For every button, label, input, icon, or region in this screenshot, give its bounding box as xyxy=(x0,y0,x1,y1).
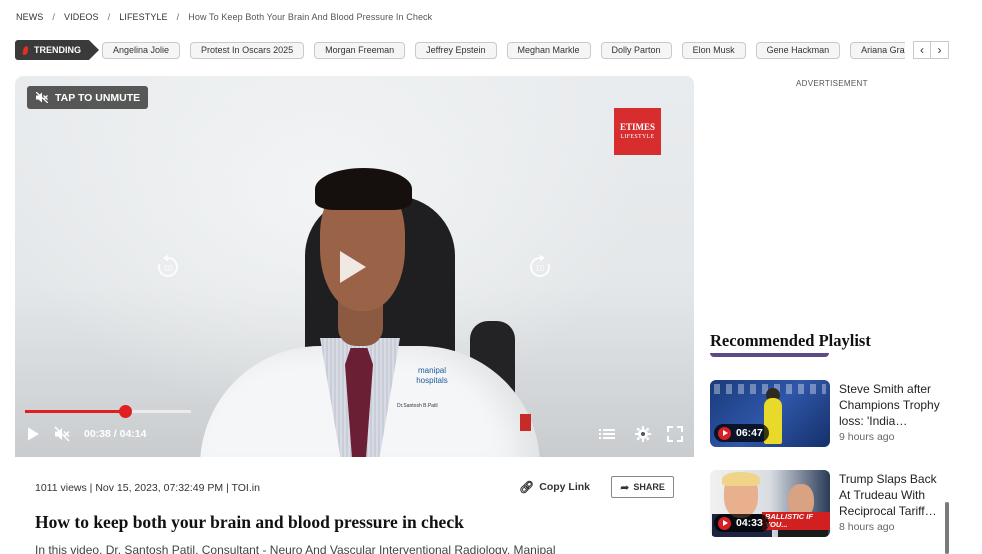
duration-text: 06:47 xyxy=(736,427,763,439)
fire-icon xyxy=(22,45,29,55)
forward-label: 10 xyxy=(536,264,545,273)
progress-fill xyxy=(25,410,125,413)
trending-chips: Angelina Jolie Protest In Oscars 2025 Mo… xyxy=(102,41,905,59)
thumbnail-caption: BALLISTIC IF YOU... xyxy=(762,512,830,530)
trending-badge: TRENDING xyxy=(15,40,99,60)
doctor-name-tag: Dr.Santosh B.Patil xyxy=(397,403,438,409)
share-arrow-icon: ➦ xyxy=(620,481,630,494)
trending-chip[interactable]: Angelina Jolie xyxy=(102,41,181,59)
trending-chip[interactable]: Dolly Parton xyxy=(600,41,672,59)
copy-link-button[interactable]: 🔗︎ Copy Link xyxy=(519,480,590,494)
breadcrumb-current: How To Keep Both Your Brain And Blood Pr… xyxy=(188,12,433,22)
share-button[interactable]: ➦ SHARE xyxy=(611,476,674,498)
control-bar: 00:38 / 04:14 xyxy=(15,421,694,449)
progress-bar[interactable] xyxy=(25,405,191,418)
chevron-right-icon[interactable]: › xyxy=(931,41,949,59)
playlist-item-title[interactable]: Trump Slaps Back At Trudeau With Recipro… xyxy=(839,471,947,519)
advertisement-label: ADVERTISEMENT xyxy=(796,79,868,88)
breadcrumb: NEWS / VIDEOS / LIFESTYLE / How To Keep … xyxy=(16,12,432,22)
play-icon[interactable] xyxy=(338,249,368,285)
logo-line-2: LIFESTYLE xyxy=(620,133,655,140)
rewind-10-icon[interactable]: 10 xyxy=(155,254,181,280)
link-icon: 🔗︎ xyxy=(519,480,535,494)
breadcrumb-news[interactable]: NEWS xyxy=(16,12,43,22)
muted-speaker-icon xyxy=(36,92,48,103)
center-controls: 10 10 xyxy=(15,246,694,290)
trending-chip[interactable]: Gene Hackman xyxy=(755,41,841,59)
playlist-title-underline xyxy=(710,353,829,357)
page: NEWS / VIDEOS / LIFESTYLE / How To Keep … xyxy=(0,0,982,554)
playlist-item[interactable]: 06:47 Steve Smith after Champions Trophy… xyxy=(710,380,950,448)
playlist-thumbnail[interactable]: 06:47 xyxy=(710,380,830,447)
trending-chip[interactable]: Morgan Freeman xyxy=(314,41,406,59)
playlist-item-age: 9 hours ago xyxy=(839,431,895,443)
trending-arrows: ‹ › xyxy=(913,41,949,59)
trending-chip[interactable]: Ariana Grande xyxy=(850,41,905,59)
playlist-item-age: 8 hours ago xyxy=(839,521,895,533)
video-description: In this video, Dr. Santosh Patil, Consul… xyxy=(35,543,556,554)
playlist-thumbnail[interactable]: BALLISTIC IF YOU... 04:33 xyxy=(710,470,830,537)
etimes-lifestyle-logo: ETIMES LIFESTYLE xyxy=(614,108,661,155)
video-doctor-hair xyxy=(315,168,412,210)
breadcrumb-separator: / xyxy=(52,12,56,22)
trending-chip[interactable]: Jeffrey Epstein xyxy=(415,41,497,59)
duration-text: 04:33 xyxy=(736,517,763,529)
rewind-label: 10 xyxy=(164,264,173,273)
play-small-icon[interactable] xyxy=(25,426,41,442)
breadcrumb-separator: / xyxy=(176,12,180,22)
video-meta: 1011 views | Nov 15, 2023, 07:32:49 PM |… xyxy=(35,482,260,494)
fullscreen-icon[interactable] xyxy=(667,426,683,442)
breadcrumb-videos[interactable]: VIDEOS xyxy=(64,12,99,22)
tap-to-unmute-button[interactable]: TAP TO UNMUTE xyxy=(27,86,149,109)
duration-badge: 04:33 xyxy=(714,514,769,532)
play-circle-icon xyxy=(718,426,731,440)
thumbnail-person-hair xyxy=(722,472,760,486)
hospital-logo: manipal hospitals xyxy=(416,366,448,385)
copy-link-label: Copy Link xyxy=(539,481,590,493)
trending-chip[interactable]: Meghan Markle xyxy=(506,41,591,59)
playlist-item-title[interactable]: Steve Smith after Champions Trophy loss:… xyxy=(839,381,947,429)
duration-badge: 06:47 xyxy=(714,424,769,442)
trending-label: TRENDING xyxy=(34,45,81,55)
trending-chip[interactable]: Protest In Oscars 2025 xyxy=(190,41,305,59)
progress-knob[interactable] xyxy=(118,405,132,418)
scrollbar[interactable] xyxy=(945,502,949,554)
settings-gear-icon[interactable] xyxy=(635,426,651,442)
chevron-left-icon[interactable]: ‹ xyxy=(913,41,931,59)
time-display: 00:38 / 04:14 xyxy=(84,428,147,440)
playlist-item[interactable]: BALLISTIC IF YOU... 04:33 Trump Slaps Ba… xyxy=(710,470,950,538)
breadcrumb-separator: / xyxy=(107,12,111,22)
tap-to-unmute-label: TAP TO UNMUTE xyxy=(55,91,141,104)
logo-line-1: ETIMES xyxy=(619,121,655,132)
forward-10-icon[interactable]: 10 xyxy=(527,254,553,280)
volume-muted-icon[interactable] xyxy=(54,426,70,442)
trending-bar: TRENDING Angelina Jolie Protest In Oscar… xyxy=(15,40,951,60)
breadcrumb-lifestyle[interactable]: LIFESTYLE xyxy=(119,12,167,22)
trending-chip[interactable]: Elon Musk xyxy=(681,41,746,59)
video-title: How to keep both your brain and blood pr… xyxy=(35,512,464,532)
video-player[interactable]: manipal hospitals Dr.Santosh B.Patil TAP… xyxy=(15,76,694,457)
share-label: SHARE xyxy=(633,482,665,492)
playlist-icon[interactable] xyxy=(599,426,615,442)
play-circle-icon xyxy=(718,516,731,530)
recommended-playlist-title: Recommended Playlist xyxy=(710,331,871,350)
